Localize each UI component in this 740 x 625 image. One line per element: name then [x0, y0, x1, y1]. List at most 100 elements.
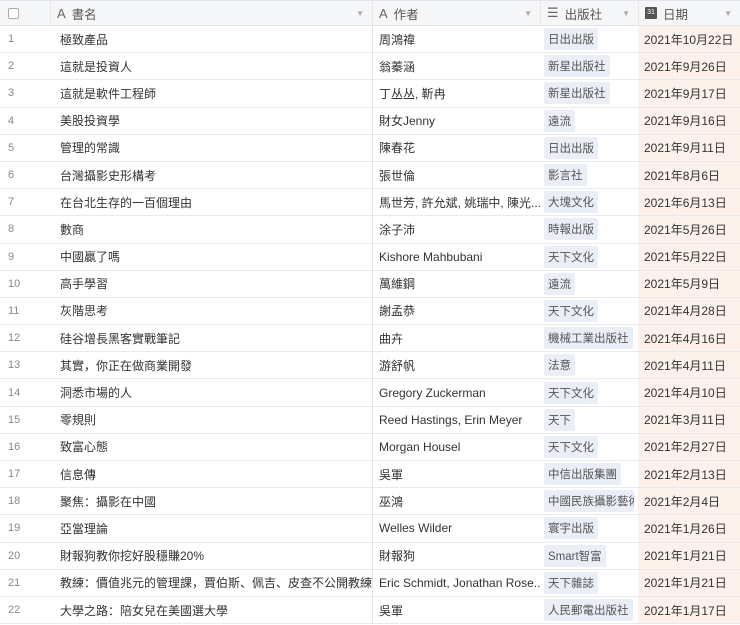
cell-title[interactable]: 這就是投資人: [50, 53, 372, 79]
cell-title[interactable]: 洞悉市場的人: [50, 379, 372, 405]
cell-date[interactable]: 2021年4月11日: [638, 352, 740, 379]
table-row[interactable]: 10 高手學習 萬維鋼 遠流 2021年5月9日: [0, 270, 740, 298]
cell-date[interactable]: 2021年1月17日: [638, 596, 740, 624]
cell-title[interactable]: 聚焦：攝影在中國: [50, 488, 372, 514]
cell-author[interactable]: 翁蓁涵: [372, 53, 540, 80]
table-row[interactable]: 7 在台北生存的一百個理由 馬世芳, 許允斌, 姚瑞中, 陳光... 大塊文化 …: [0, 189, 740, 217]
cell-date[interactable]: 2021年2月4日: [638, 488, 740, 515]
cell-author[interactable]: Morgan Housel: [372, 433, 540, 460]
cell-publisher[interactable]: 中信出版集團: [540, 461, 638, 487]
cell-date[interactable]: 2021年2月13日: [638, 461, 740, 488]
cell-title[interactable]: 這就是軟件工程師: [50, 80, 372, 106]
cell-date[interactable]: 2021年4月28日: [638, 297, 740, 325]
cell-publisher[interactable]: 寰宇出版: [540, 515, 638, 541]
cell-publisher[interactable]: 新星出版社: [540, 53, 638, 79]
cell-title[interactable]: 在台北生存的一百個理由: [50, 189, 372, 215]
cell-date[interactable]: 2021年1月21日: [638, 542, 740, 569]
cell-publisher[interactable]: 天下雜誌: [540, 570, 638, 596]
cell-date[interactable]: 2021年9月16日: [638, 107, 740, 134]
table-row[interactable]: 15 零規則 Reed Hastings, Erin Meyer 天下 2021…: [0, 406, 740, 434]
cell-publisher[interactable]: 天下文化: [540, 244, 638, 270]
table-row[interactable]: 1 極致產品 周鴻禕 日出出版 2021年10月22日: [0, 26, 740, 54]
cell-date[interactable]: 2021年9月11日: [638, 134, 740, 161]
cell-publisher[interactable]: 遠流: [540, 271, 638, 297]
cell-author[interactable]: 陳春花: [372, 134, 540, 161]
cell-author[interactable]: 周鴻禕: [372, 26, 540, 53]
cell-publisher[interactable]: 遠流: [540, 108, 638, 134]
cell-author[interactable]: 謝孟恭: [372, 297, 540, 325]
cell-title[interactable]: 高手學習: [50, 271, 372, 297]
cell-title[interactable]: 教練：價值兆元的管理課，賈伯斯、佩吉、皮查不公開教練的...: [50, 570, 372, 596]
cell-author[interactable]: Kishore Mahbubani: [372, 243, 540, 270]
cell-author[interactable]: 財女Jenny: [372, 107, 540, 134]
cell-author[interactable]: Welles Wilder: [372, 515, 540, 542]
chevron-down-icon[interactable]: ▼: [622, 9, 630, 18]
table-row[interactable]: 13 其實，你正在做商業開發 游舒帆 法意 2021年4月11日: [0, 352, 740, 380]
cell-author[interactable]: 吳軍: [372, 596, 540, 624]
column-header-date[interactable]: 31 日期 ▼: [638, 1, 740, 25]
cell-author[interactable]: 曲卉: [372, 325, 540, 352]
cell-author[interactable]: 財報狗: [372, 542, 540, 569]
cell-title[interactable]: 極致產品: [50, 26, 372, 52]
cell-publisher[interactable]: 影言社: [540, 162, 638, 188]
chevron-down-icon[interactable]: ▼: [724, 9, 732, 18]
cell-publisher[interactable]: 日出出版: [540, 26, 638, 52]
table-row[interactable]: 8 數商 涂子沛 時報出版 2021年5月26日: [0, 216, 740, 244]
column-header-title[interactable]: A 書名 ▼: [50, 1, 372, 25]
cell-publisher[interactable]: 天下文化: [540, 298, 638, 324]
table-row[interactable]: 19 亞當理論 Welles Wilder 寰宇出版 2021年1月26日: [0, 515, 740, 543]
select-all-cell[interactable]: [0, 1, 50, 25]
chevron-down-icon[interactable]: ▼: [524, 9, 532, 18]
cell-author[interactable]: Gregory Zuckerman: [372, 379, 540, 406]
column-header-author[interactable]: A 作者 ▼: [372, 1, 540, 25]
cell-date[interactable]: 2021年3月11日: [638, 406, 740, 433]
cell-title[interactable]: 大學之路：陪女兒在美國選大學: [50, 597, 372, 623]
cell-author[interactable]: 萬維鋼: [372, 270, 540, 297]
cell-title[interactable]: 零規則: [50, 407, 372, 433]
table-row[interactable]: 9 中國贏了嗎 Kishore Mahbubani 天下文化 2021年5月22…: [0, 243, 740, 271]
cell-title[interactable]: 致富心態: [50, 434, 372, 460]
column-header-publisher[interactable]: ☰ 出版社 ▼: [540, 1, 638, 25]
cell-publisher[interactable]: 時報出版: [540, 216, 638, 242]
table-row[interactable]: 17 信息傳 吳軍 中信出版集團 2021年2月13日: [0, 461, 740, 489]
cell-title[interactable]: 硅谷增長黑客實戰筆記: [50, 325, 372, 351]
cell-date[interactable]: 2021年10月22日: [638, 26, 740, 53]
cell-date[interactable]: 2021年9月17日: [638, 80, 740, 107]
cell-publisher[interactable]: 法意: [540, 352, 638, 378]
cell-date[interactable]: 2021年1月26日: [638, 515, 740, 542]
table-row[interactable]: 4 美股投資學 財女Jenny 遠流 2021年9月16日: [0, 107, 740, 135]
cell-title[interactable]: 美股投資學: [50, 108, 372, 134]
cell-date[interactable]: 2021年2月27日: [638, 433, 740, 460]
cell-publisher[interactable]: 中國民族攝影藝術: [540, 488, 638, 514]
cell-date[interactable]: 2021年9月26日: [638, 53, 740, 80]
cell-title[interactable]: 亞當理論: [50, 515, 372, 541]
cell-date[interactable]: 2021年4月16日: [638, 325, 740, 352]
table-row[interactable]: 6 台灣攝影史形構考 張世倫 影言社 2021年8月6日: [0, 161, 740, 190]
chevron-down-icon[interactable]: ▼: [356, 9, 364, 18]
cell-title[interactable]: 其實，你正在做商業開發: [50, 352, 372, 378]
table-row[interactable]: 11 灰階思考 謝孟恭 天下文化 2021年4月28日: [0, 297, 740, 326]
table-row[interactable]: 3 這就是軟件工程師 丁丛丛, 靳冉 新星出版社 2021年9月17日: [0, 80, 740, 108]
cell-date[interactable]: 2021年6月13日: [638, 189, 740, 216]
cell-date[interactable]: 2021年5月26日: [638, 216, 740, 243]
cell-title[interactable]: 管理的常識: [50, 135, 372, 161]
table-row[interactable]: 16 致富心態 Morgan Housel 天下文化 2021年2月27日: [0, 433, 740, 461]
cell-publisher[interactable]: 天下文化: [540, 434, 638, 460]
cell-date[interactable]: 2021年5月9日: [638, 270, 740, 297]
table-row[interactable]: 20 財報狗教你挖好股穩賺20% 財報狗 Smart智富 2021年1月21日: [0, 542, 740, 570]
table-row[interactable]: 5 管理的常識 陳春花 日出出版 2021年9月11日: [0, 134, 740, 162]
cell-author[interactable]: 馬世芳, 許允斌, 姚瑞中, 陳光...: [372, 189, 540, 216]
cell-title[interactable]: 中國贏了嗎: [50, 244, 372, 270]
select-all-checkbox[interactable]: [8, 7, 19, 19]
table-row[interactable]: 12 硅谷增長黑客實戰筆記 曲卉 機械工業出版社 2021年4月16日: [0, 325, 740, 353]
cell-author[interactable]: 游舒帆: [372, 352, 540, 379]
cell-title[interactable]: 財報狗教你挖好股穩賺20%: [50, 543, 372, 569]
table-row[interactable]: 22 大學之路：陪女兒在美國選大學 吳軍 人民郵電出版社 2021年1月17日: [0, 596, 740, 625]
cell-publisher[interactable]: 機械工業出版社: [540, 325, 638, 351]
cell-author[interactable]: 涂子沛: [372, 216, 540, 243]
table-row[interactable]: 21 教練：價值兆元的管理課，賈伯斯、佩吉、皮查不公開教練的... Eric S…: [0, 569, 740, 597]
cell-author[interactable]: 巫鴻: [372, 488, 540, 515]
cell-author[interactable]: 張世倫: [372, 161, 540, 189]
table-row[interactable]: 18 聚焦：攝影在中國 巫鴻 中國民族攝影藝術 2021年2月4日: [0, 488, 740, 516]
cell-author[interactable]: Eric Schmidt, Jonathan Rose...: [372, 569, 540, 596]
